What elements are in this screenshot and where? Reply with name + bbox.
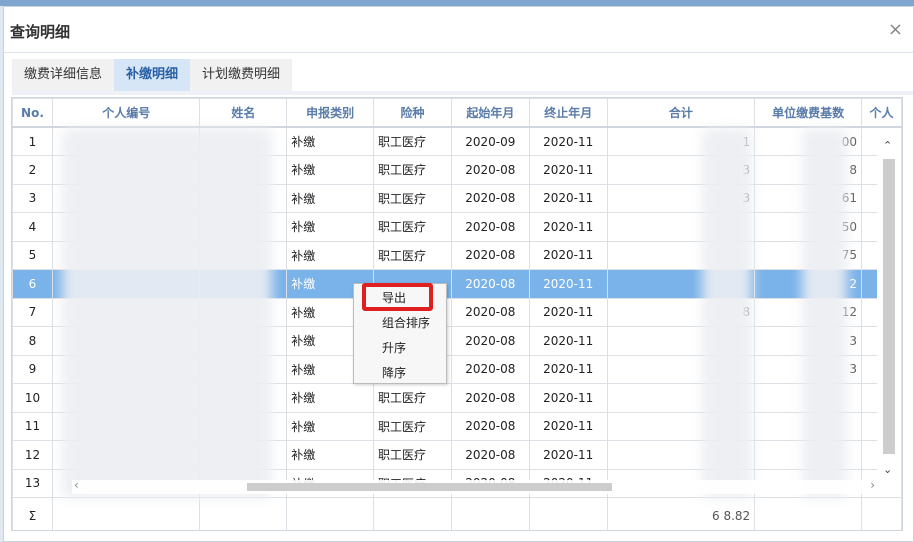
table-cell: 补缴 (286, 383, 375, 413)
table-cell: 5 (12, 240, 53, 270)
column-header[interactable]: 合计 (606, 98, 756, 128)
summary-cell (373, 497, 452, 530)
table-cell: 补缴 (286, 212, 375, 242)
column-header[interactable]: 起始年月 (450, 98, 530, 128)
table-cell: 职工医疗 (373, 411, 452, 441)
table-cell: 职工医疗 (373, 383, 452, 413)
column-header[interactable]: 姓名 (199, 98, 288, 128)
table-cell: 补缴 (286, 440, 375, 470)
tab-payment-details[interactable]: 缴费详细信息 (12, 59, 115, 91)
table-cell: 12 (12, 440, 53, 470)
table-cell: 2020-11 (528, 411, 608, 441)
table-cell: 补缴 (286, 126, 375, 156)
column-header[interactable]: No. (12, 98, 53, 128)
highlight-box (362, 283, 433, 311)
summary-cell (754, 497, 863, 530)
table-cell: 职工医疗 (373, 126, 452, 156)
column-header[interactable]: 个人 (861, 98, 902, 128)
menu-item-sort-ascending[interactable]: 升序 (354, 336, 446, 361)
table-cell: 2020-11 (528, 354, 608, 384)
table-cell: 职工医疗 (373, 212, 452, 242)
table-cell: 2020-11 (528, 126, 608, 156)
column-header[interactable]: 单位缴费基数 (754, 98, 863, 128)
table-cell: 2020-08 (450, 269, 530, 299)
table-cell: 1 (12, 126, 53, 156)
table-cell: 2020-08 (450, 297, 530, 327)
table-cell: 2020-08 (450, 155, 530, 185)
table-cell: 11 (12, 411, 53, 441)
scroll-down-icon[interactable]: ⌄ (883, 463, 892, 476)
column-header[interactable]: 申报类别 (286, 98, 375, 128)
summary-cell: Σ (12, 497, 53, 530)
table-cell: 2020-11 (528, 326, 608, 356)
tab-back-payment-details[interactable]: 补缴明细 (114, 59, 191, 91)
table-cell: 3 (12, 183, 53, 213)
table-cell: 2020-08 (450, 326, 530, 356)
data-grid: No. 个人编号 姓名 申报类别 险种 起始年月 终止年月 合计 单位缴费基数 个人 1 补缴 职工医… (11, 97, 903, 531)
scroll-right-icon[interactable]: › (870, 478, 875, 492)
redacted-area (802, 128, 847, 498)
dialog-title: 查询明细 (10, 23, 71, 41)
table-cell: 2020-11 (528, 297, 608, 327)
table-cell: 职工医疗 (373, 440, 452, 470)
table-cell: 2020-08 (450, 440, 530, 470)
table-cell: 2020-11 (528, 269, 608, 299)
redacted-area (702, 128, 752, 498)
table-cell: 2020-11 (528, 155, 608, 185)
column-header[interactable]: 终止年月 (528, 98, 608, 128)
column-header[interactable]: 个人编号 (51, 98, 201, 128)
table-cell: 9 (12, 354, 53, 384)
scroll-up-icon[interactable]: ⌃ (883, 139, 892, 152)
summary-cell (51, 497, 201, 530)
table-cell: 2020-08 (450, 183, 530, 213)
table-cell: 2020-11 (528, 440, 608, 470)
table-cell: 2020-11 (528, 183, 608, 213)
table-cell: 2020-08 (450, 212, 530, 242)
table-cell: 2020-09 (450, 126, 530, 156)
menu-item-multi-sort[interactable]: 组合排序 (354, 311, 446, 336)
summary-cell (450, 497, 530, 530)
summary-cell (199, 497, 288, 530)
horizontal-scrollbar[interactable]: ‹ › (72, 478, 877, 494)
table-cell: 10 (12, 383, 53, 413)
redacted-area (62, 128, 272, 498)
table-cell: 2020-08 (450, 354, 530, 384)
table-cell: 补缴 (286, 411, 375, 441)
table-cell: 补缴 (286, 155, 375, 185)
table-cell: 13 (12, 468, 53, 498)
table-cell: 2020-08 (450, 383, 530, 413)
column-header[interactable]: 险种 (373, 98, 452, 128)
tab-planned-payment-details[interactable]: 计划缴费明细 (190, 59, 293, 91)
table-cell: 2020-08 (450, 411, 530, 441)
table-cell: 补缴 (286, 183, 375, 213)
summary-cell (528, 497, 608, 530)
table-cell: 7 (12, 297, 53, 327)
table-cell: 职工医疗 (373, 183, 452, 213)
summary-row: Σ 6 8.82 (12, 497, 902, 530)
summary-cell (286, 497, 375, 530)
table-cell: 8 (12, 326, 53, 356)
table-cell: 4 (12, 212, 53, 242)
table-cell: 2020-11 (528, 212, 608, 242)
table-cell: 职工医疗 (373, 240, 452, 270)
scroll-left-icon[interactable]: ‹ (74, 478, 79, 492)
menu-item-sort-descending[interactable]: 降序 (354, 361, 446, 386)
close-icon[interactable]: × (888, 19, 903, 40)
table-cell: 2020-11 (528, 240, 608, 270)
table-cell: 补缴 (286, 240, 375, 270)
horizontal-scroll-thumb[interactable] (247, 483, 612, 491)
table-cell: 2020-11 (528, 383, 608, 413)
vertical-scrollbar[interactable]: ⌃ ⌄ (877, 135, 901, 478)
table-cell: 2020-08 (450, 240, 530, 270)
summary-cell: 6 8.82 (606, 497, 756, 530)
vertical-scroll-thumb[interactable] (883, 159, 895, 454)
table-cell: 职工医疗 (373, 155, 452, 185)
summary-cell (861, 497, 902, 530)
table-cell: 6 (12, 269, 53, 299)
divider (4, 52, 913, 53)
table-cell: 2 (12, 155, 53, 185)
tab-bar: 缴费详细信息 补缴明细 计划缴费明细 (12, 59, 913, 95)
